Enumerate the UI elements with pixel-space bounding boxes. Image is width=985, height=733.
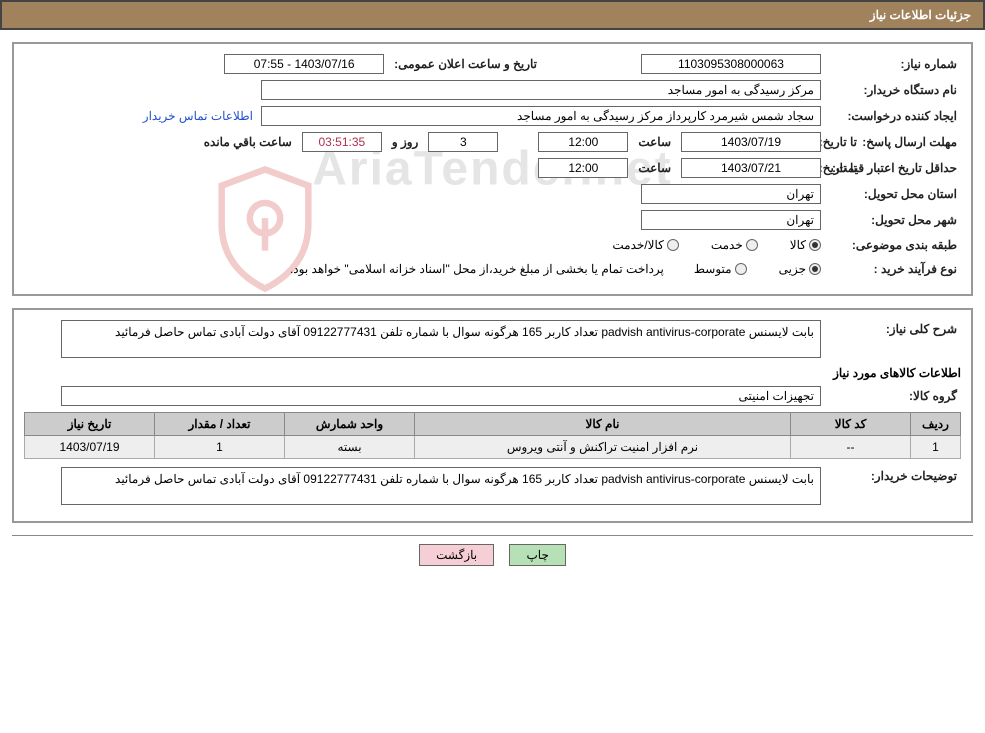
validity-time: 12:00 xyxy=(538,158,628,178)
deadline-time-label: ساعت xyxy=(634,133,675,151)
radio-both[interactable] xyxy=(667,239,679,251)
row-need-desc: شرح کلی نیاز: بابت لایسنس padvish antivi… xyxy=(24,320,961,358)
td-unit: بسته xyxy=(285,436,415,459)
need-desc-value: بابت لایسنس padvish antivirus-corporate … xyxy=(61,320,821,358)
province-label: استان محل تحویل: xyxy=(821,185,961,203)
goods-info-title: اطلاعات کالاهای مورد نیاز xyxy=(24,366,961,380)
row-requester: ایجاد کننده درخواست: سجاد شمس شیرمرد کار… xyxy=(24,106,961,126)
row-city: شهر محل تحویل: تهران xyxy=(24,210,961,230)
table-row: 1 -- نرم افزار امنیت تراکنش و آنتی ویروس… xyxy=(25,436,961,459)
radio-minor-label: جزیی xyxy=(779,262,806,276)
row-goods-group: گروه کالا: تجهیزات امنیتی xyxy=(24,386,961,406)
deadline-time: 12:00 xyxy=(538,132,628,152)
td-name: نرم افزار امنیت تراکنش و آنتی ویروس xyxy=(415,436,791,459)
radio-goods-label: کالا xyxy=(790,238,806,252)
deadline-label: مهلت ارسال پاسخ: xyxy=(861,133,961,151)
need-number-label: شماره نیاز: xyxy=(821,55,961,73)
footer-actions: چاپ بازگشت xyxy=(12,535,973,574)
validity-date: 1403/07/21 xyxy=(681,158,821,178)
buyer-notes-value: بابت لایسنس padvish antivirus-corporate … xyxy=(61,467,821,505)
city-value: تهران xyxy=(641,210,821,230)
th-date: تاریخ نیاز xyxy=(25,413,155,436)
print-button[interactable]: چاپ xyxy=(509,544,565,566)
goods-group-label: گروه کالا: xyxy=(821,387,961,405)
td-row: 1 xyxy=(911,436,961,459)
row-province: استان محل تحویل: تهران xyxy=(24,184,961,204)
deadline-days-label: روز و xyxy=(388,133,423,151)
purchase-note: پرداخت تمام یا بخشی از مبلغ خرید،از محل … xyxy=(290,262,664,276)
row-buyer-notes: توضیحات خریدار: بابت لایسنس padvish anti… xyxy=(24,467,961,505)
page-title: جزئیات اطلاعات نیاز xyxy=(870,8,971,22)
th-name: نام کالا xyxy=(415,413,791,436)
deadline-to: تا تاریخ: xyxy=(821,133,861,151)
category-label: طبقه بندی موضوعی: xyxy=(821,236,961,254)
buyer-org-value: مرکز رسیدگی به امور مساجد xyxy=(261,80,821,100)
deadline-date: 1403/07/19 xyxy=(681,132,821,152)
radio-medium-label: متوسط xyxy=(694,262,732,276)
need-number-value: 1103095308000063 xyxy=(641,54,821,74)
table-header-row: ردیف کد کالا نام کالا واحد شمارش تعداد /… xyxy=(25,413,961,436)
td-code: -- xyxy=(791,436,911,459)
province-value: تهران xyxy=(641,184,821,204)
requester-value: سجاد شمس شیرمرد کارپرداز مرکز رسیدگی به … xyxy=(261,106,821,126)
requester-label: ایجاد کننده درخواست: xyxy=(821,107,961,125)
announce-date-value: 1403/07/16 - 07:55 xyxy=(224,54,384,74)
goods-group-value: تجهیزات امنیتی xyxy=(61,386,821,406)
radio-both-label: کالا/خدمت xyxy=(612,238,663,252)
category-radio-group: کالا خدمت کالا/خدمت xyxy=(612,238,821,252)
th-qty: تعداد / مقدار xyxy=(155,413,285,436)
row-deadline: مهلت ارسال پاسخ: تا تاریخ: 1403/07/19 سا… xyxy=(24,132,961,152)
goods-panel: شرح کلی نیاز: بابت لایسنس padvish antivi… xyxy=(12,308,973,523)
row-purchase-type: نوع فرآیند خرید : جزیی متوسط پرداخت تمام… xyxy=(24,260,961,278)
deadline-days: 3 xyxy=(428,132,498,152)
radio-goods[interactable] xyxy=(809,239,821,251)
validity-time-label: ساعت xyxy=(634,159,675,177)
buyer-contact-link[interactable]: اطلاعات تماس خریدار xyxy=(143,109,261,123)
city-label: شهر محل تحویل: xyxy=(821,211,961,229)
th-row: ردیف xyxy=(911,413,961,436)
td-qty: 1 xyxy=(155,436,285,459)
deadline-remain: 03:51:35 xyxy=(302,132,382,152)
row-buyer-org: نام دستگاه خریدار: مرکز رسیدگی به امور م… xyxy=(24,80,961,100)
th-unit: واحد شمارش xyxy=(285,413,415,436)
radio-service-label: خدمت xyxy=(711,238,743,252)
validity-to: تا تاریخ: xyxy=(821,159,861,177)
announce-date-label: تاریخ و ساعت اعلان عمومی: xyxy=(390,55,541,73)
buyer-org-label: نام دستگاه خریدار: xyxy=(821,81,961,99)
radio-medium[interactable] xyxy=(735,263,747,275)
td-date: 1403/07/19 xyxy=(25,436,155,459)
details-panel: AriaTender.net شماره نیاز: 1103095308000… xyxy=(12,42,973,296)
radio-service[interactable] xyxy=(746,239,758,251)
page-header: جزئیات اطلاعات نیاز xyxy=(0,0,985,30)
need-desc-label: شرح کلی نیاز: xyxy=(821,320,961,338)
radio-minor[interactable] xyxy=(809,263,821,275)
row-category: طبقه بندی موضوعی: کالا خدمت کالا/خدمت xyxy=(24,236,961,254)
row-validity: حداقل تاریخ اعتبار قیمت: تا تاریخ: 1403/… xyxy=(24,158,961,178)
buyer-notes-label: توضیحات خریدار: xyxy=(821,467,961,485)
back-button[interactable]: بازگشت xyxy=(419,544,494,566)
goods-table: ردیف کد کالا نام کالا واحد شمارش تعداد /… xyxy=(24,412,961,459)
purchase-type-label: نوع فرآیند خرید : xyxy=(821,260,961,278)
deadline-remain-label: ساعت باقي مانده xyxy=(200,133,296,151)
th-code: کد کالا xyxy=(791,413,911,436)
purchase-type-radio-group: جزیی متوسط xyxy=(694,262,821,276)
row-need-number: شماره نیاز: 1103095308000063 تاریخ و ساع… xyxy=(24,54,961,74)
